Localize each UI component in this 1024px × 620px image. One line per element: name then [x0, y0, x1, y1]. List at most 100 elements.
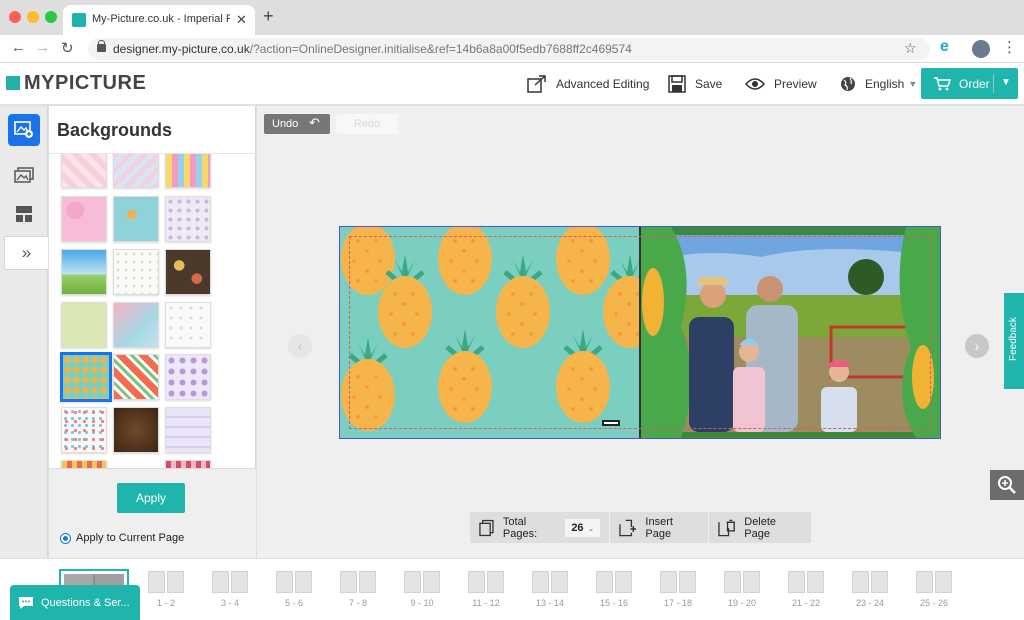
background-thumbnail[interactable]	[61, 196, 107, 242]
browser-menu-icon[interactable]: ⋮	[1002, 38, 1017, 56]
insert-page-icon	[619, 519, 637, 536]
bookmark-star-icon[interactable]: ☆	[904, 40, 917, 57]
collapse-panel-button[interactable]: »	[4, 236, 48, 270]
page-thumbnail[interactable]: 21 - 22	[786, 571, 826, 608]
apply-current-page-label[interactable]: Apply to Current Page	[76, 532, 184, 544]
page-thumbnail[interactable]: 1 - 2	[146, 571, 186, 608]
zoom-button[interactable]	[990, 470, 1024, 500]
save-button[interactable]: Save	[668, 63, 722, 105]
window-maximize-button[interactable]	[45, 11, 57, 23]
page-thumbnail[interactable]: 15 - 16	[594, 571, 634, 608]
design-workspace: Undo ↶ Redo ‹ ›	[257, 106, 1024, 558]
page-strip: 1 - 2 3 - 4 5 - 6 7 - 8 9 - 10 11 - 12 1…	[0, 558, 1024, 620]
floppy-disk-icon	[668, 75, 686, 93]
left-page-pineapple-background[interactable]	[340, 227, 639, 438]
background-thumbnail[interactable]	[165, 154, 211, 188]
tab-title: My-Picture.co.uk - Imperial Photo	[92, 13, 230, 25]
language-selector[interactable]: English ▼	[840, 63, 917, 105]
page-thumbnail[interactable]: 3 - 4	[210, 571, 250, 608]
window-minimize-button[interactable]	[27, 11, 39, 23]
logo[interactable]: MYPICTURE	[24, 72, 146, 95]
previous-spread-button[interactable]: ‹	[288, 334, 312, 358]
pineapple-pattern	[340, 227, 639, 438]
background-thumbnail[interactable]	[165, 249, 211, 295]
browser-tab[interactable]: My-Picture.co.uk - Imperial Photo ✕	[63, 5, 255, 35]
page-thumbnail[interactable]: 7 - 8	[338, 571, 378, 608]
background-thumbnail[interactable]	[113, 154, 159, 188]
page-thumbnail[interactable]: 11 - 12	[466, 571, 506, 608]
preview-button[interactable]: Preview	[745, 63, 817, 105]
right-page-photo[interactable]	[641, 227, 940, 438]
page-thumbnail[interactable]: 19 - 20	[722, 571, 762, 608]
new-tab-button[interactable]: +	[263, 6, 274, 27]
background-thumbnail[interactable]	[61, 407, 107, 453]
background-thumbnail[interactable]	[113, 302, 159, 348]
page-spread[interactable]	[339, 226, 941, 439]
page-thumbnail[interactable]: 13 - 14	[530, 571, 570, 608]
background-thumbnail[interactable]	[113, 354, 159, 400]
background-thumbnail-selected[interactable]	[60, 352, 112, 402]
order-dropdown-icon[interactable]: ▼	[1001, 77, 1011, 88]
layouts-tool-button[interactable]	[8, 198, 40, 230]
panel-title: Backgrounds	[57, 120, 173, 140]
page-thumbnail[interactable]: 9 - 10	[402, 571, 442, 608]
background-thumbnail[interactable]	[165, 407, 211, 453]
panel-footer: Apply Apply to Current Page	[49, 468, 256, 558]
chevron-down-icon: ▼	[908, 79, 918, 89]
background-thumbnail[interactable]	[165, 460, 211, 468]
total-pages-select[interactable]: 26 ⌄	[565, 518, 601, 537]
chat-bubble-icon	[19, 596, 33, 609]
order-button[interactable]: Order ▼	[921, 68, 1018, 99]
background-thumbnail-grid[interactable]	[49, 154, 256, 468]
background-thumbnail[interactable]	[61, 302, 107, 348]
backgrounds-tool-button[interactable]	[8, 114, 40, 146]
page-thumbnail[interactable]: 23 - 24	[850, 571, 890, 608]
backgrounds-panel: Backgrounds Apply Apply to Current Page	[49, 106, 256, 558]
background-thumbnail[interactable]	[165, 196, 211, 242]
background-thumbnail[interactable]	[165, 354, 211, 400]
insert-page-button[interactable]: Insert Page	[610, 512, 710, 543]
shopping-cart-icon	[934, 76, 951, 90]
page-thumbnail[interactable]: 5 - 6	[274, 571, 314, 608]
browser-toolbar: ← → ↻ designer.my-picture.co.uk/?action=…	[0, 35, 1024, 63]
address-bar[interactable]: designer.my-picture.co.uk/?action=Online…	[88, 38, 930, 60]
family-photo	[641, 227, 940, 438]
images-tool-button[interactable]	[8, 159, 40, 191]
page-toolbar: Total Pages: 26 ⌄ Insert Page Delete Page	[470, 512, 811, 543]
redo-button[interactable]: Redo	[336, 114, 398, 134]
advanced-editing-button[interactable]: Advanced Editing	[527, 63, 649, 105]
tool-rail: »	[0, 106, 48, 558]
layout-grid-icon	[16, 206, 32, 222]
background-thumbnail[interactable]	[113, 407, 159, 453]
url-text: designer.my-picture.co.uk/?action=Online…	[113, 42, 632, 56]
total-pages-control: Total Pages: 26 ⌄	[470, 512, 611, 543]
background-thumbnail[interactable]	[165, 302, 211, 348]
zoom-in-icon	[998, 476, 1016, 494]
double-chevron-icon: »	[21, 243, 32, 262]
chevron-right-icon: ›	[974, 338, 980, 354]
feedback-tab[interactable]: Feedback	[1004, 293, 1024, 389]
undo-button[interactable]: Undo ↶	[264, 114, 330, 134]
background-thumbnail[interactable]	[61, 249, 107, 295]
background-thumbnail[interactable]	[113, 249, 159, 295]
chevron-left-icon: ‹	[297, 338, 303, 354]
apply-button[interactable]: Apply	[117, 483, 185, 513]
profile-avatar[interactable]	[972, 40, 990, 58]
window-close-button[interactable]	[9, 11, 21, 23]
next-spread-button[interactable]: ›	[965, 334, 989, 358]
globe-icon	[841, 77, 855, 91]
delete-page-button[interactable]: Delete Page	[709, 512, 811, 543]
forward-arrow-icon[interactable]: →	[35, 39, 50, 56]
back-arrow-icon[interactable]: ←	[11, 39, 26, 56]
apply-current-page-radio[interactable]	[60, 533, 71, 544]
page-thumbnail[interactable]: 25 - 26	[914, 571, 954, 608]
questions-support-button[interactable]: Questions & Ser...	[10, 585, 140, 620]
extension-e-icon[interactable]: e	[940, 38, 949, 56]
pages-icon	[479, 519, 494, 536]
reload-icon[interactable]: ↻	[61, 39, 74, 57]
background-thumbnail[interactable]	[61, 154, 107, 188]
page-thumbnail[interactable]: 17 - 18	[658, 571, 698, 608]
background-thumbnail[interactable]	[61, 460, 107, 468]
background-thumbnail[interactable]	[113, 196, 159, 242]
tab-close-icon[interactable]: ✕	[236, 12, 247, 28]
